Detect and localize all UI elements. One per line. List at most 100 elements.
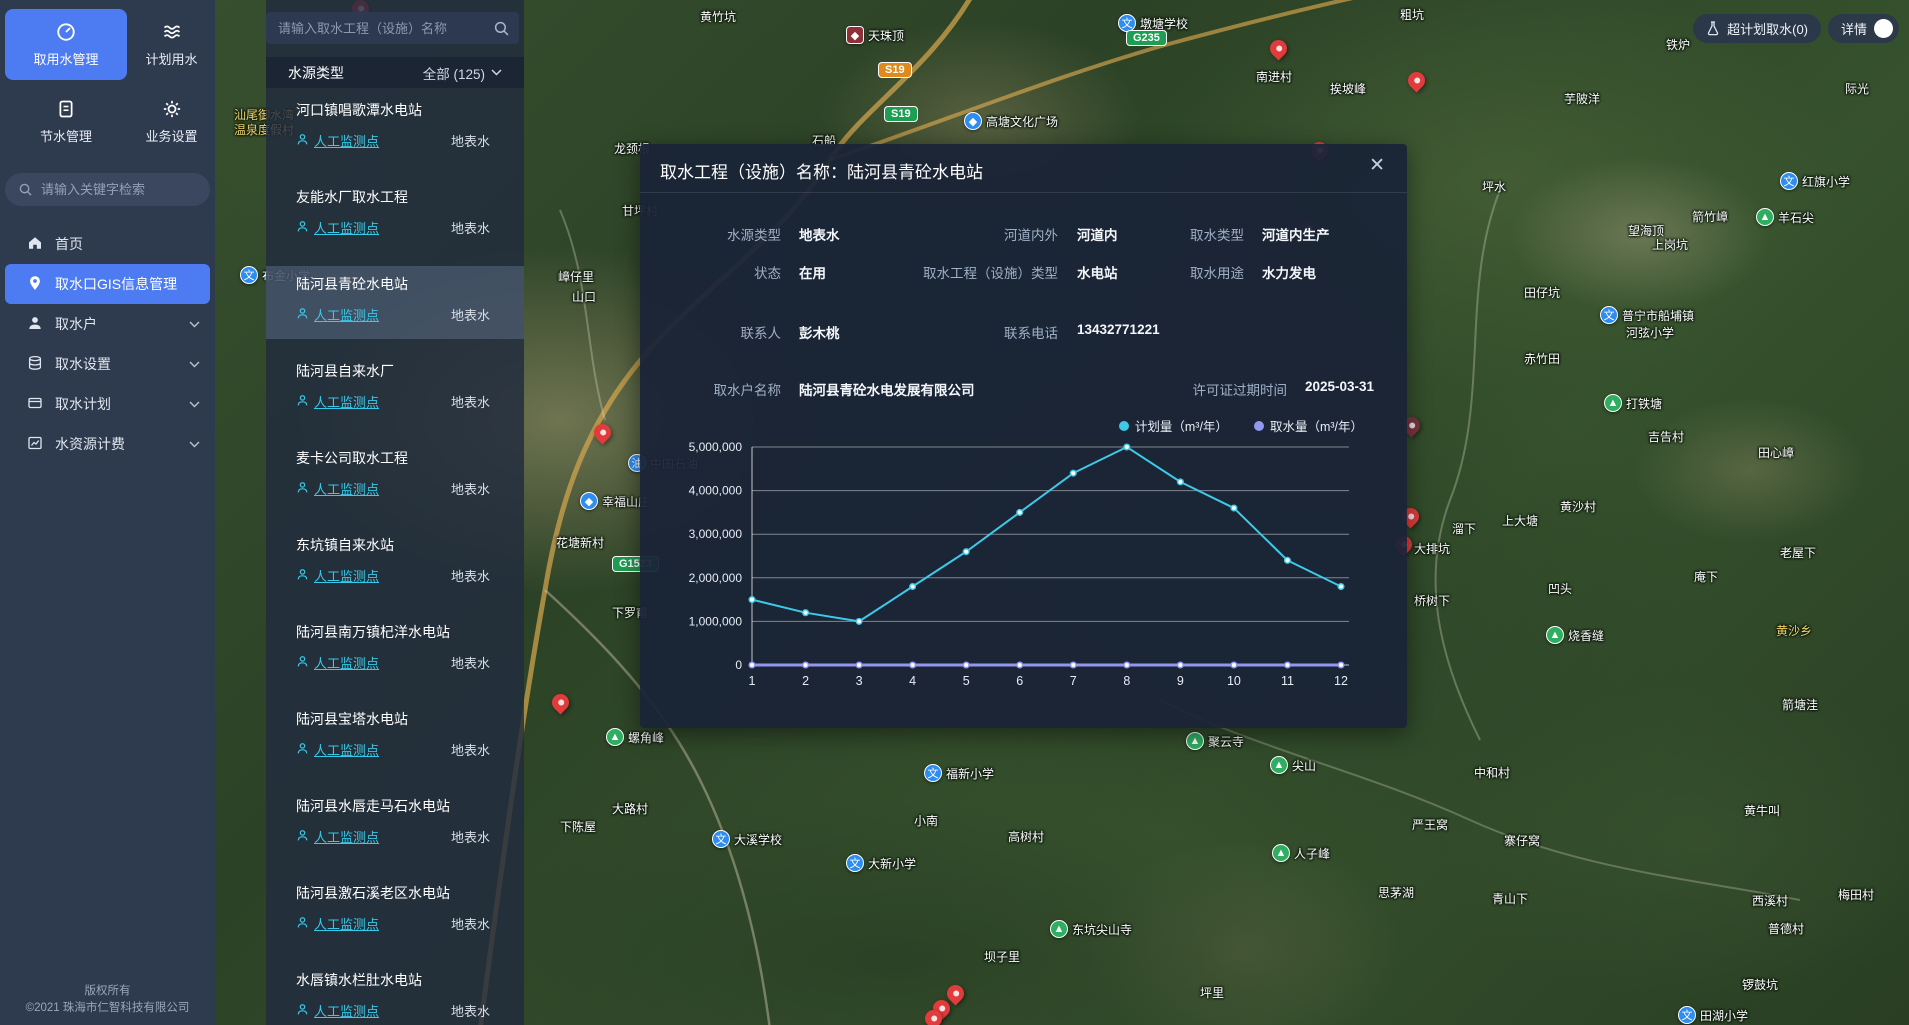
map-place-label: 西溪村 <box>1752 892 1788 909</box>
map-place-label: 青山下 <box>1492 890 1528 907</box>
road-badge: G235 <box>1126 30 1167 46</box>
school-poi-icon: 文 <box>712 830 730 848</box>
station-search[interactable] <box>266 12 519 44</box>
intake-plan-chart: 01,000,0002,000,0003,000,0004,000,0005,0… <box>678 432 1368 698</box>
close-icon[interactable]: ✕ <box>1369 156 1385 175</box>
manual-monitor-link[interactable]: 人工监测点 <box>296 218 379 237</box>
svg-text:2: 2 <box>802 674 809 688</box>
map-place-label: 际光 <box>1845 80 1869 97</box>
station-list-item[interactable]: 陆河县宝塔水电站 人工监测点 地表水 <box>266 701 524 774</box>
modal-field: 联系电话 13432771221 <box>660 322 1427 342</box>
map-place-label: 文大溪学校 <box>712 830 782 848</box>
nav-item-card[interactable]: 取水计划 <box>5 384 210 424</box>
map-place-label: 梅田村 <box>1838 886 1874 903</box>
water-source-filter-bar: 水源类型 全部 (125) <box>266 57 524 88</box>
filter-dropdown[interactable]: 全部 (125) <box>423 63 502 83</box>
map-place-label: 大排坑 <box>1414 540 1450 557</box>
school-poi-icon: 文 <box>240 266 258 284</box>
station-list-item[interactable]: 陆河县水唇走马石水电站 人工监测点 地表水 <box>266 788 524 861</box>
svg-text:3,000,000: 3,000,000 <box>689 527 743 541</box>
app-button-gear[interactable]: 业务设置 <box>133 86 210 157</box>
station-list-item[interactable]: 水唇镇水栏肚水电站 人工监测点 地表水 <box>266 962 524 1025</box>
manual-monitor-link[interactable]: 人工监测点 <box>296 305 379 324</box>
svg-text:12: 12 <box>1334 674 1348 688</box>
svg-text:7: 7 <box>1070 674 1077 688</box>
manual-monitor-link[interactable]: 人工监测点 <box>296 653 379 672</box>
sidebar-search-input[interactable] <box>41 182 181 197</box>
sidebar-search[interactable] <box>5 173 210 206</box>
manual-monitor-link[interactable]: 人工监测点 <box>296 566 379 585</box>
station-list-item[interactable]: 陆河县激石溪老区水电站 人工监测点 地表水 <box>266 875 524 948</box>
station-list-item[interactable]: 麦卡公司取水工程 人工监测点 地表水 <box>266 440 524 513</box>
green-poi-icon: ▲ <box>1270 756 1288 774</box>
station-list-item[interactable]: 河口镇唱歌潭水电站 人工监测点 地表水 <box>266 92 524 165</box>
card-icon <box>27 395 43 414</box>
station-list-item[interactable]: 陆河县南万镇杞洋水电站 人工监测点 地表水 <box>266 614 524 687</box>
nav-item-db[interactable]: 取水设置 <box>5 344 210 384</box>
nav-item-home[interactable]: 首页 <box>5 224 210 264</box>
nav-item-user[interactable]: 取水户 <box>5 304 210 344</box>
water-source-type: 地表水 <box>451 653 490 672</box>
nav-item-chart[interactable]: 水资源计费 <box>5 424 210 464</box>
station-name: 友能水厂取水工程 <box>296 187 490 207</box>
field-value: 13432771221 <box>1077 322 1160 337</box>
manual-monitor-link[interactable]: 人工监测点 <box>296 914 379 933</box>
nav-label: 取水设置 <box>55 354 111 374</box>
map-place-label: 吉告村 <box>1648 428 1684 445</box>
waves-icon <box>162 22 182 42</box>
station-list-item[interactable]: 友能水厂取水工程 人工监测点 地表水 <box>266 179 524 252</box>
chevron-down-icon <box>491 69 502 76</box>
station-name: 陆河县水唇走马石水电站 <box>296 796 490 816</box>
svg-text:6: 6 <box>1016 674 1023 688</box>
green-poi-icon: ▲ <box>1546 626 1564 644</box>
field-value: 水力发电 <box>1262 262 1316 282</box>
green-poi-icon: ▲ <box>1604 394 1622 412</box>
modal-field: 取水类型 河道内生产 <box>660 224 1427 244</box>
map-place-label: 下陈屋 <box>560 818 596 835</box>
doc-icon <box>56 99 76 119</box>
svg-text:10: 10 <box>1227 674 1241 688</box>
field-label: 许可证过期时间 <box>1100 379 1287 399</box>
nav-item-pin[interactable]: 取水口GIS信息管理 <box>5 264 210 304</box>
toggle-knob[interactable] <box>1874 19 1893 38</box>
map-place-label: 文普宁市船埔镇 <box>1600 306 1694 324</box>
user-icon <box>27 315 43 334</box>
school-poi-icon: 文 <box>846 854 864 872</box>
over-plan-intake-button[interactable]: 超计划取水(0) <box>1693 14 1821 43</box>
person-icon <box>296 655 309 671</box>
station-list-item[interactable]: 陆河县自来水厂 人工监测点 地表水 <box>266 353 524 426</box>
map-place-label: 上岗坑 <box>1652 236 1688 253</box>
road-badge: S19 <box>884 106 918 122</box>
water-source-type: 地表水 <box>451 305 490 324</box>
field-label: 取水用途 <box>1100 262 1244 282</box>
map-place-label: 坝子里 <box>984 948 1020 965</box>
station-list-item[interactable]: 东坑镇自来水站 人工监测点 地表水 <box>266 527 524 600</box>
svg-text:0: 0 <box>735 658 742 672</box>
manual-monitor-link[interactable]: 人工监测点 <box>296 131 379 150</box>
manual-monitor-link[interactable]: 人工监测点 <box>296 392 379 411</box>
station-search-input[interactable] <box>278 21 494 36</box>
app-button-meter[interactable]: 取用水管理 <box>5 9 127 80</box>
map-place-label: ◆高塘文化广场 <box>964 112 1058 130</box>
manual-monitor-link[interactable]: 人工监测点 <box>296 740 379 759</box>
water-source-type: 地表水 <box>451 740 490 759</box>
map-place-label: 凹头 <box>1548 580 1572 597</box>
water-source-type: 地表水 <box>451 1001 490 1020</box>
station-name: 东坑镇自来水站 <box>296 535 490 555</box>
manual-monitor-link[interactable]: 人工监测点 <box>296 1001 379 1020</box>
search-icon <box>19 183 32 196</box>
water-source-type: 地表水 <box>451 392 490 411</box>
nav-label: 取水计划 <box>55 394 111 414</box>
detail-toggle[interactable]: 详情 <box>1828 14 1899 43</box>
manual-monitor-link[interactable]: 人工监测点 <box>296 827 379 846</box>
map-place-label: 大路村 <box>612 800 648 817</box>
app-button-waves[interactable]: 计划用水 <box>133 9 210 80</box>
map-place-label: 田仔坑 <box>1524 284 1560 301</box>
manual-monitor-link[interactable]: 人工监测点 <box>296 479 379 498</box>
map-place-label: 寨仔窝 <box>1504 832 1540 849</box>
copyright: 版权所有 ©2021 珠海市仁智科技有限公司 <box>0 983 215 1017</box>
map-place-label: 文田湖小学 <box>1678 1006 1748 1024</box>
app-button-doc[interactable]: 节水管理 <box>5 86 127 157</box>
station-name: 陆河县南万镇杞洋水电站 <box>296 622 490 642</box>
station-list-item[interactable]: 陆河县青砼水电站 人工监测点 地表水 <box>266 266 524 339</box>
